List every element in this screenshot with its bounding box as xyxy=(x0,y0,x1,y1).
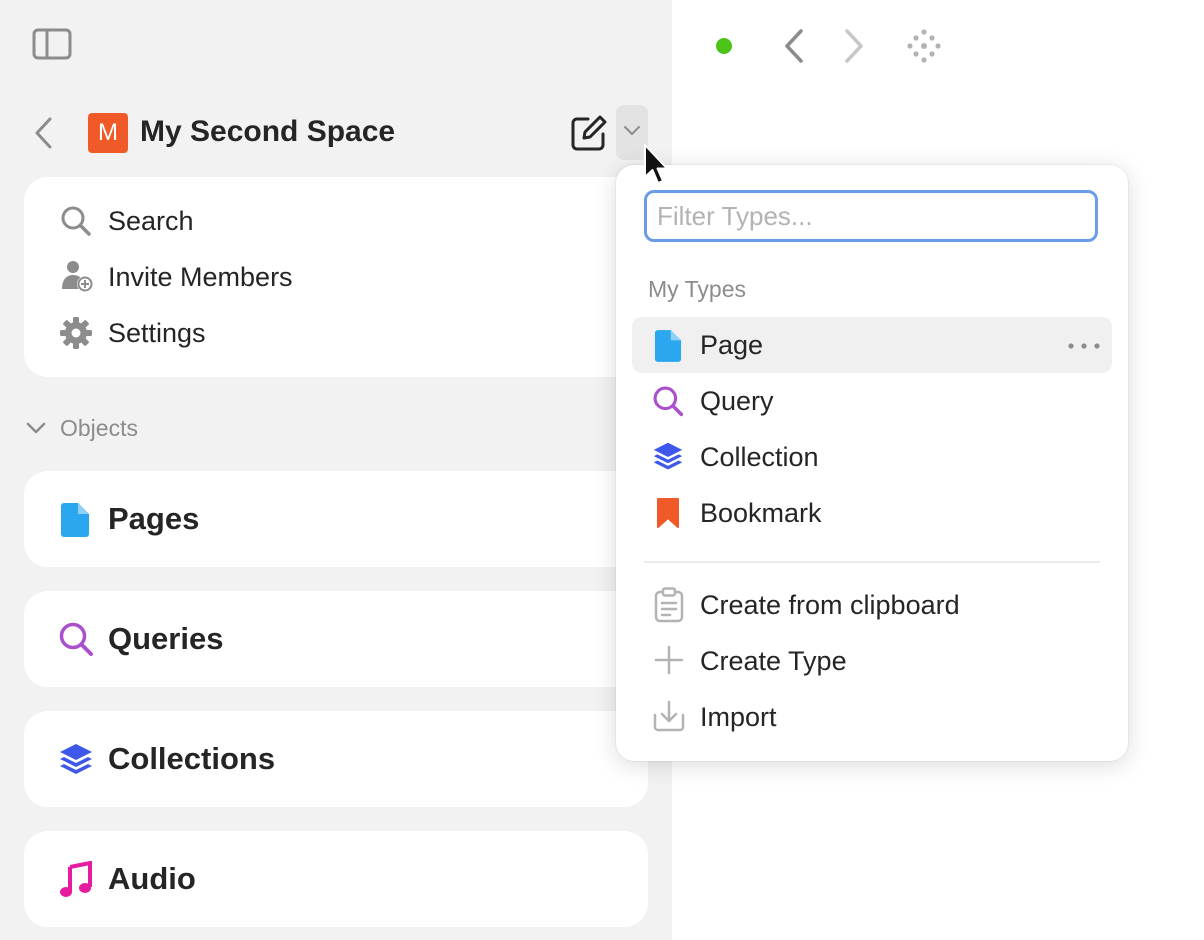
sidebar: M My Second Space Search Invite Members … xyxy=(0,0,672,940)
action-label: Create from clipboard xyxy=(700,590,960,620)
search-menu-item[interactable]: Search xyxy=(60,201,600,241)
type-picker-popup: My Types Page Query Collection Bookmark xyxy=(616,165,1128,761)
page-icon xyxy=(654,330,682,362)
type-item-page[interactable]: Page xyxy=(632,317,1112,373)
invite-members-menu-item[interactable]: Invite Members xyxy=(60,257,600,297)
clipboard-icon xyxy=(654,587,684,623)
widget-audio[interactable]: Audio xyxy=(24,831,648,927)
create-type-item[interactable]: Create Type xyxy=(632,633,1112,689)
space-avatar[interactable]: M xyxy=(88,113,128,153)
collection-icon xyxy=(653,442,683,470)
settings-label: Settings xyxy=(108,318,206,348)
back-chevron-icon[interactable] xyxy=(32,116,54,150)
nav-forward-icon[interactable] xyxy=(842,28,866,64)
search-icon xyxy=(61,206,91,236)
gear-icon xyxy=(60,317,92,349)
widget-audio-label: Audio xyxy=(108,861,196,896)
popup-divider xyxy=(644,561,1100,563)
type-item-label: Query xyxy=(700,386,774,416)
nav-back-icon[interactable] xyxy=(782,28,806,64)
my-types-section-label: My Types xyxy=(648,276,746,302)
mouse-cursor-icon xyxy=(644,144,668,184)
page-icon xyxy=(61,503,89,537)
type-item-collection[interactable]: Collection xyxy=(632,429,1112,485)
graph-icon[interactable] xyxy=(906,28,942,64)
action-label: Create Type xyxy=(700,646,847,676)
filter-types-input[interactable] xyxy=(644,190,1098,242)
type-item-label: Collection xyxy=(700,442,819,472)
action-label: Import xyxy=(700,702,777,732)
create-from-clipboard-item[interactable]: Create from clipboard xyxy=(632,577,1112,633)
import-item[interactable]: Import xyxy=(632,689,1112,745)
plus-icon xyxy=(654,645,684,675)
type-item-label: Page xyxy=(700,330,764,360)
invite-members-label: Invite Members xyxy=(108,262,293,292)
settings-menu-item[interactable]: Settings xyxy=(60,313,600,353)
more-options-icon[interactable] xyxy=(1068,343,1100,349)
section-collapse-chevron-icon[interactable] xyxy=(25,420,47,436)
audio-icon xyxy=(60,861,92,897)
widget-collections-label: Collections xyxy=(108,741,276,776)
collection-icon xyxy=(60,744,92,774)
bookmark-icon xyxy=(657,498,679,528)
query-icon xyxy=(653,386,684,417)
widget-collections[interactable]: Collections xyxy=(24,711,648,807)
objects-section-label[interactable]: Objects xyxy=(60,412,138,444)
search-label: Search xyxy=(108,206,194,236)
type-item-bookmark[interactable]: Bookmark xyxy=(632,485,1112,541)
space-menu-card: Search Invite Members Settings xyxy=(24,177,648,377)
sync-status-icon[interactable] xyxy=(715,37,733,55)
add-member-icon xyxy=(62,261,93,292)
type-item-query[interactable]: Query xyxy=(632,373,1112,429)
chevron-down-icon xyxy=(624,126,640,135)
type-item-label: Bookmark xyxy=(700,498,822,528)
space-name[interactable]: My Second Space xyxy=(140,112,395,152)
import-icon xyxy=(653,700,685,732)
query-icon xyxy=(59,622,93,656)
widget-pages[interactable]: Pages xyxy=(24,471,648,567)
widget-pages-label: Pages xyxy=(108,501,200,536)
widget-queries-label: Queries xyxy=(108,621,224,656)
widget-queries[interactable]: Queries xyxy=(24,591,648,687)
new-object-icon[interactable] xyxy=(570,114,608,152)
sidebar-toggle-icon[interactable] xyxy=(32,28,72,62)
